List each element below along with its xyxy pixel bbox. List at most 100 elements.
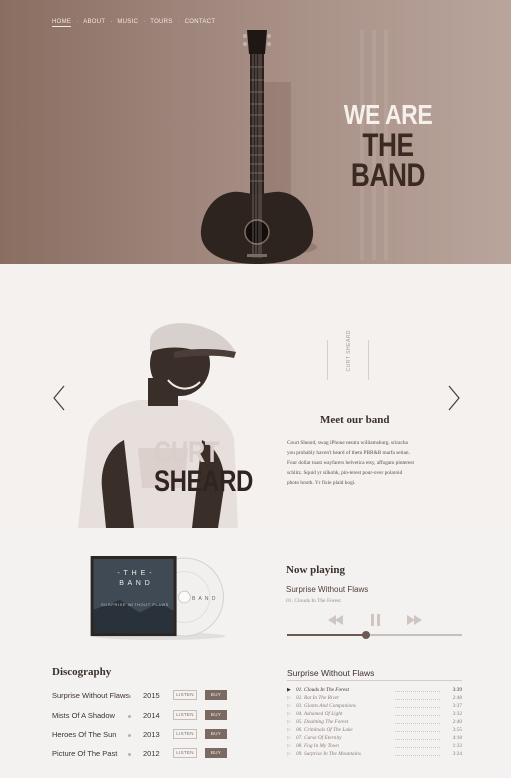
- track-leader: [395, 755, 440, 756]
- player-progress-knob[interactable]: [361, 631, 370, 639]
- track-leader: [395, 723, 440, 724]
- album-name: Mists Of A Shadow: [52, 711, 115, 720]
- meet-band-title: Meet our band: [320, 414, 390, 426]
- track-row[interactable]: ▷ 06. Criminals Of The Lake 3:55: [287, 726, 462, 734]
- play-icon[interactable]: ▷: [287, 703, 291, 709]
- track-title: 01. Clouds In The Forest: [296, 687, 349, 693]
- track-title: 05. Doubting The Forest: [296, 719, 349, 725]
- tracklist-divider: [287, 680, 462, 681]
- track-title: 07. Curse Of Eternity: [296, 735, 342, 741]
- member-vertical-text: CURT SHEARD: [346, 330, 352, 372]
- member-section: [0, 264, 511, 527]
- album-year: 2015: [143, 691, 160, 700]
- buy-button[interactable]: BUY: [205, 748, 227, 758]
- track-row[interactable]: ▷ 09. Surprise In The Mountains 3:24: [287, 750, 462, 758]
- buy-button[interactable]: BUY: [205, 710, 227, 720]
- play-icon[interactable]: ▷: [287, 711, 291, 717]
- track-title: 09. Surprise In The Mountains: [296, 751, 361, 757]
- guitar-image: [200, 30, 317, 264]
- main-nav: HOME · ABOUT · MUSIC · TOURS · CONTACT: [52, 19, 215, 27]
- play-icon[interactable]: ▷: [287, 735, 291, 741]
- vertical-rule: [327, 340, 328, 380]
- buy-button[interactable]: BUY: [205, 690, 227, 700]
- listen-button[interactable]: LISTEN: [173, 690, 197, 700]
- track-duration: 2:48: [452, 695, 462, 701]
- discography-row: Picture Of The Past 2012 LISTEN BUY: [52, 748, 232, 760]
- member-vertical-label: CURT SHEARD: [324, 330, 374, 390]
- track-row[interactable]: ▶ 01. Clouds In The Forest 3:39: [287, 686, 462, 694]
- album-name: Heroes Of The Sun: [52, 730, 117, 739]
- nav-separator: ·: [76, 19, 79, 25]
- nav-home[interactable]: HOME: [52, 19, 72, 27]
- album-cover-subtitle: SURPRISE WITHOUT FLAWS: [100, 602, 170, 607]
- track-title: 04. Ashamed Of Light: [296, 711, 343, 717]
- album-cover-title: - T H E -: [117, 570, 153, 577]
- nav-about[interactable]: ABOUT: [83, 19, 105, 27]
- player-progress-bar[interactable]: [287, 631, 462, 639]
- prev-arrow-icon[interactable]: [52, 385, 66, 411]
- row-dot: [128, 695, 131, 698]
- nav-separator: ·: [143, 19, 146, 25]
- track-row[interactable]: ▷ 02. Rat In The River 2:48: [287, 694, 462, 702]
- play-icon[interactable]: ▶: [287, 687, 291, 693]
- listen-button[interactable]: LISTEN: [173, 710, 197, 720]
- discography-row: Surprise Without Flaws 2015 LISTEN BUY: [52, 690, 232, 702]
- member-name-first: CURT: [154, 436, 220, 469]
- track-leader: [395, 707, 440, 708]
- pause-icon[interactable]: [371, 614, 380, 626]
- track-row[interactable]: ▷ 07. Curse Of Eternity 4:18: [287, 734, 462, 742]
- track-row[interactable]: ▷ 05. Doubting The Forest 2:40: [287, 718, 462, 726]
- track-row[interactable]: ▷ 03. Giants And Companions 3:37: [287, 702, 462, 710]
- track-leader: [395, 731, 440, 732]
- track-title: 02. Rat In The River: [296, 695, 340, 701]
- tracklist-title: Surprise Without Flaws: [287, 668, 375, 678]
- player-controls: [328, 614, 422, 626]
- row-dot: [128, 715, 131, 718]
- track-row[interactable]: ▷ 04. Ashamed Of Light 3:32: [287, 710, 462, 718]
- track-duration: 1:33: [452, 743, 462, 749]
- album-name: Surprise Without Flaws: [52, 691, 130, 700]
- hero-title-line2: THE BAND: [350, 127, 426, 193]
- play-icon[interactable]: ▷: [287, 727, 291, 733]
- track-leader: [395, 715, 440, 716]
- nav-music[interactable]: MUSIC: [117, 19, 138, 27]
- member-name: CURT SHEARD: [154, 436, 253, 497]
- listen-button[interactable]: LISTEN: [173, 729, 197, 739]
- track-leader: [395, 691, 440, 692]
- player-progress-fill: [287, 634, 366, 636]
- listen-button[interactable]: LISTEN: [173, 748, 197, 758]
- album-year: 2012: [143, 749, 160, 758]
- hero-title-line1: WE ARE: [343, 99, 433, 130]
- now-playing-song: Surprise Without Flaws: [286, 585, 369, 594]
- discography-title: Discography: [52, 666, 112, 678]
- track-duration: 3:32: [452, 711, 462, 717]
- track-duration: 2:40: [452, 719, 462, 725]
- play-icon[interactable]: ▷: [287, 751, 291, 757]
- track-leader: [395, 739, 440, 740]
- track-title: 08. Fog In My Town: [296, 743, 339, 749]
- track-row[interactable]: ▷ 08. Fog In My Town 1:33: [287, 742, 462, 750]
- vertical-rule: [368, 340, 369, 380]
- row-dot: [128, 734, 131, 737]
- play-icon[interactable]: ▷: [287, 719, 291, 725]
- discography-row: Heroes Of The Sun 2013 LISTEN BUY: [52, 729, 232, 741]
- forward-icon[interactable]: [407, 615, 422, 625]
- album-name: Picture Of The Past: [52, 749, 118, 758]
- next-arrow-icon[interactable]: [447, 385, 461, 411]
- track-leader: [395, 699, 440, 700]
- buy-button[interactable]: BUY: [205, 729, 227, 739]
- track-duration: 3:37: [452, 703, 462, 709]
- track-duration: 3:24: [452, 751, 462, 757]
- now-playing-title: Now playing: [286, 564, 345, 576]
- nav-separator: ·: [177, 19, 180, 25]
- album-year: 2014: [143, 711, 160, 720]
- now-playing-track: 01. Clouds In The Forest: [286, 598, 341, 604]
- rewind-icon[interactable]: [328, 615, 343, 625]
- play-icon[interactable]: ▷: [287, 743, 291, 749]
- track-duration: 3:55: [452, 727, 462, 733]
- track-duration: 3:39: [452, 687, 462, 693]
- play-icon[interactable]: ▷: [287, 695, 291, 701]
- track-duration: 4:18: [452, 735, 462, 741]
- album-cover-band: B A N D: [119, 580, 151, 587]
- nav-tours[interactable]: TOURS: [150, 19, 172, 27]
